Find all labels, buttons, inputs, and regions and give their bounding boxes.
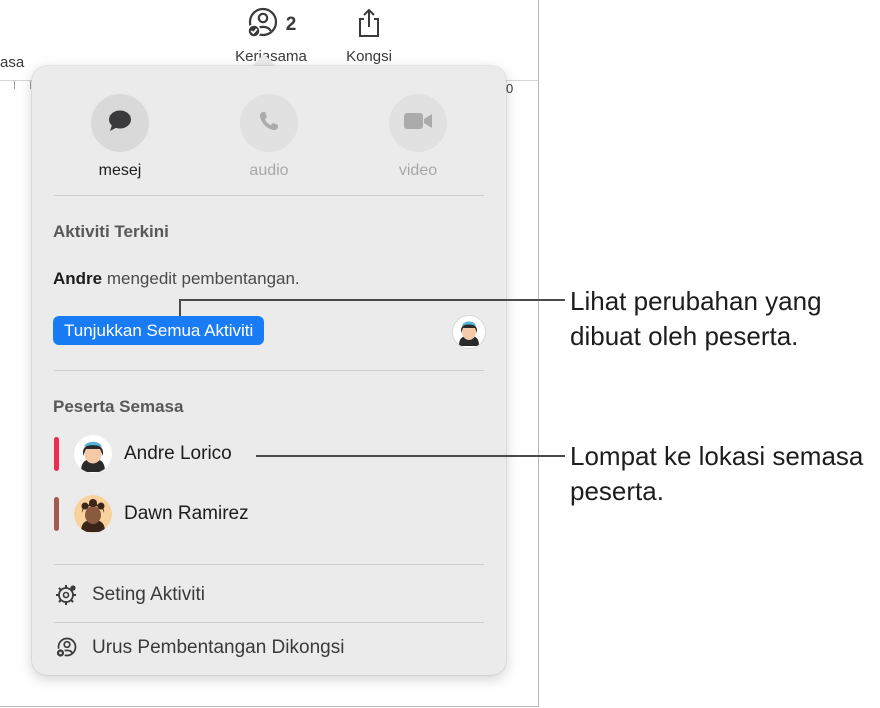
share-icon xyxy=(357,8,381,43)
recent-activity-heading: Aktiviti Terkini xyxy=(53,222,169,241)
avatar xyxy=(74,435,112,473)
participant-name: Andre Lorico xyxy=(124,443,232,464)
collaboration-popover: mesej audio video Aktiviti Terkini Andre… xyxy=(32,66,506,675)
recent-activity-text: Andre mengedit pembentangan. xyxy=(53,269,300,289)
video-label: video xyxy=(398,162,438,179)
activity-settings-label: Seting Aktiviti xyxy=(92,584,205,605)
gear-icon xyxy=(54,583,78,607)
activity-avatar xyxy=(452,315,486,349)
callout-line xyxy=(179,299,565,301)
callout-changes: Lihat perubahan yang dibuat oleh peserta… xyxy=(570,286,822,351)
participant-color-bar xyxy=(54,437,59,471)
video-button[interactable]: video xyxy=(368,94,468,180)
phone-icon xyxy=(257,109,281,138)
divider xyxy=(54,564,484,565)
collaborate-icon xyxy=(246,7,280,44)
activity-action: mengedit pembentangan. xyxy=(102,269,300,288)
divider xyxy=(54,370,484,371)
share-label: Kongsi xyxy=(346,48,392,65)
participant-row[interactable]: Dawn Ramirez xyxy=(54,494,354,534)
collaborator-count: 2 xyxy=(285,14,297,35)
audio-button[interactable]: audio xyxy=(219,94,319,180)
audio-label: audio xyxy=(249,162,289,179)
participant-name: Dawn Ramirez xyxy=(124,503,249,524)
ruler-number: 0 xyxy=(506,81,514,96)
participant-row[interactable]: Andre Lorico xyxy=(54,434,354,474)
manage-shared-item[interactable]: Urus Pembentangan Dikongsi xyxy=(54,633,344,663)
divider xyxy=(54,622,484,623)
toolbar-partial-label[interactable]: asa xyxy=(0,54,24,71)
message-bubble-icon xyxy=(107,109,133,138)
message-label: mesej xyxy=(98,162,142,179)
manage-shared-label: Urus Pembentangan Dikongsi xyxy=(92,637,345,658)
collaborate-icon xyxy=(54,636,78,660)
callout-line xyxy=(256,455,565,457)
show-all-activity-button[interactable]: Tunjukkan Semua Aktiviti xyxy=(53,316,265,345)
video-camera-icon xyxy=(403,111,433,136)
callout-location: Lompat ke lokasi semasa peserta. xyxy=(570,441,864,506)
divider xyxy=(54,195,484,196)
share-button[interactable]: Kongsi xyxy=(338,8,400,65)
participant-color-bar xyxy=(54,497,59,531)
message-button[interactable]: mesej xyxy=(70,94,170,180)
callout-line xyxy=(179,299,181,316)
activity-actor: Andre xyxy=(53,269,103,288)
activity-settings-item[interactable]: Seting Aktiviti xyxy=(54,580,205,610)
current-participants-heading: Peserta Semasa xyxy=(53,397,184,416)
avatar xyxy=(74,495,112,533)
